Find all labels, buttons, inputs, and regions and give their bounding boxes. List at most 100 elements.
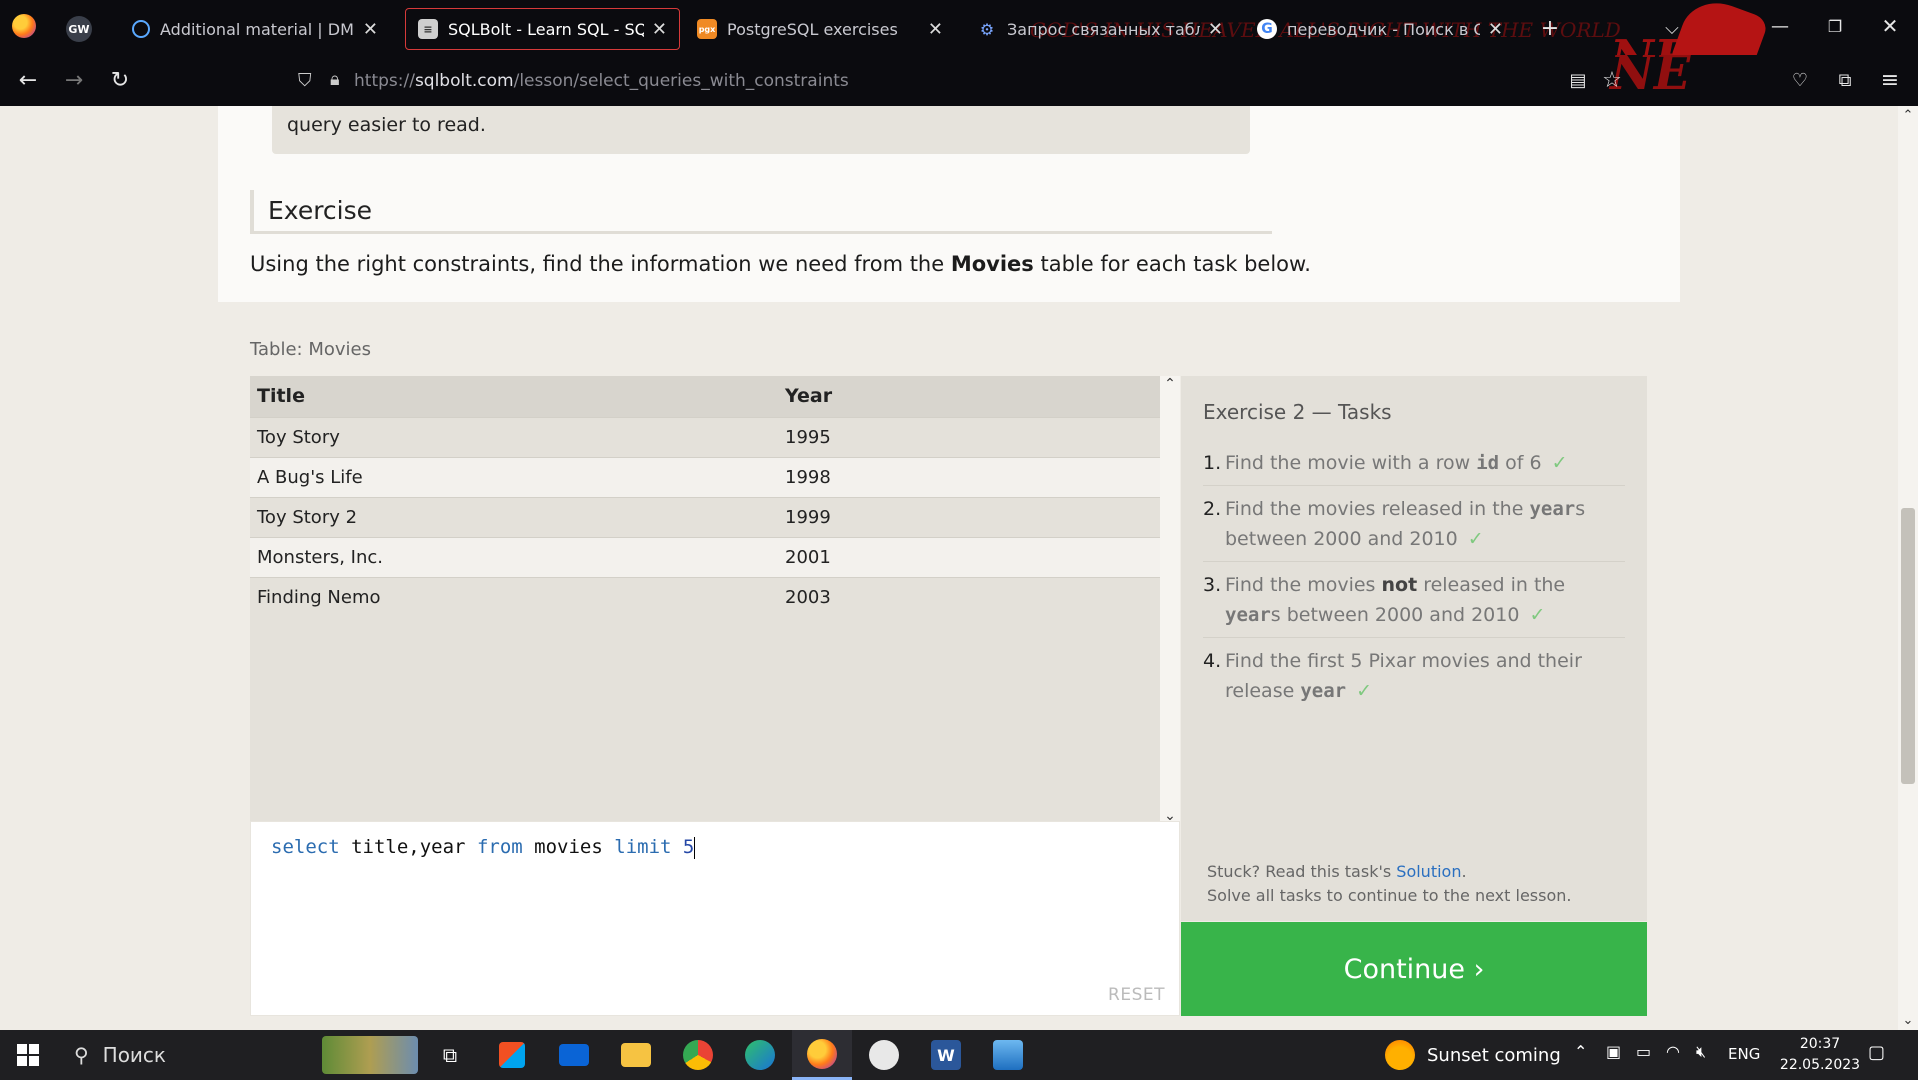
firefox-taskbar-icon[interactable] bbox=[792, 1030, 852, 1080]
task-text-part: of 6 bbox=[1499, 452, 1542, 474]
restore-button[interactable]: ❐ bbox=[1815, 6, 1855, 46]
continue-button[interactable]: Continue › bbox=[1181, 922, 1647, 1016]
task-item: 3. Find the movies not released in the y… bbox=[1203, 562, 1625, 638]
scroll-up-icon[interactable]: ⌃ bbox=[1160, 376, 1180, 392]
solution-link[interactable]: Solution bbox=[1396, 862, 1461, 881]
browser-nav-bar: NE ← → ↻ ⛉ 🔒︎ https://sqlbolt.com/lesson… bbox=[0, 55, 1918, 106]
chrome-icon[interactable] bbox=[668, 1030, 728, 1080]
url-bar[interactable]: ⛉ 🔒︎ https://sqlbolt.com/lesson/select_q… bbox=[280, 61, 1580, 101]
pocket-icon[interactable]: ♡ bbox=[1780, 60, 1820, 100]
table-scrollbar[interactable]: ⌃ ⌄ bbox=[1160, 376, 1180, 826]
meet-icon[interactable]: ▣ bbox=[1606, 1042, 1621, 1061]
word-icon[interactable]: W bbox=[916, 1030, 976, 1080]
shield-icon[interactable]: ⛉ bbox=[298, 70, 312, 91]
notifications-icon[interactable]: ▢ bbox=[1868, 1042, 1885, 1063]
extensions-icon[interactable]: ⧉ bbox=[1825, 60, 1865, 100]
task-code: year bbox=[1300, 680, 1347, 702]
tab-google-translate[interactable]: G переводчик - Поиск в Google ✕ bbox=[1245, 8, 1515, 50]
mail-icon[interactable] bbox=[544, 1030, 604, 1080]
check-icon: ✓ bbox=[1551, 452, 1568, 474]
task-text-part: s between 2000 and 2010 bbox=[1270, 604, 1520, 626]
note-box: query easier to read. bbox=[272, 106, 1250, 154]
pinned-tab-gw[interactable]: GW bbox=[66, 16, 92, 42]
table-row: Finding Nemo 2003 bbox=[250, 576, 1160, 617]
taskbar-clock[interactable]: 20:37 22.05.2023 bbox=[1770, 1034, 1870, 1076]
check-icon: ✓ bbox=[1467, 528, 1484, 550]
close-icon[interactable]: ✕ bbox=[363, 19, 378, 40]
query-columns: title,year bbox=[351, 836, 466, 858]
reload-button[interactable]: ↻ bbox=[100, 60, 140, 100]
task-view-icon[interactable]: ⧉ bbox=[420, 1030, 480, 1080]
page-scrollbar[interactable]: ⌃ ⌄ bbox=[1898, 106, 1918, 1030]
edge-icon[interactable] bbox=[730, 1030, 790, 1080]
url-scheme: https:// bbox=[354, 71, 415, 91]
cell-year: 2003 bbox=[778, 576, 1160, 617]
check-icon: ✓ bbox=[1529, 604, 1546, 626]
search-placeholder: Поиск bbox=[102, 1043, 167, 1067]
task-bold: not bbox=[1381, 574, 1418, 596]
close-icon[interactable]: ✕ bbox=[1488, 19, 1503, 40]
cell-year: 1998 bbox=[778, 456, 1160, 497]
file-explorer-icon[interactable] bbox=[606, 1030, 666, 1080]
scroll-up-icon[interactable]: ⌃ bbox=[1898, 108, 1918, 123]
task-number: 1. bbox=[1203, 452, 1222, 474]
volume-muted-icon[interactable]: 🔇︎ bbox=[1696, 1042, 1706, 1062]
bookmark-star-icon[interactable]: ☆ bbox=[1592, 60, 1632, 100]
scroll-down-icon[interactable]: ⌄ bbox=[1898, 1013, 1918, 1028]
task-text: Find the movie with a row id of 6 ✓ bbox=[1225, 448, 1568, 478]
minimize-button[interactable]: — bbox=[1760, 6, 1800, 46]
close-window-button[interactable]: ✕ bbox=[1870, 6, 1910, 46]
text-caret bbox=[694, 836, 696, 859]
stuck-text: Stuck? Read this task's bbox=[1207, 862, 1397, 881]
task-number: 2. bbox=[1203, 498, 1222, 520]
battery-icon[interactable]: ▭ bbox=[1636, 1042, 1651, 1061]
check-icon: ✓ bbox=[1356, 680, 1373, 702]
url-text[interactable]: https://sqlbolt.com/lesson/select_querie… bbox=[354, 71, 849, 91]
cell-year: 1999 bbox=[778, 496, 1160, 537]
clock-time: 20:37 bbox=[1799, 1036, 1841, 1052]
start-button[interactable] bbox=[0, 1030, 56, 1080]
column-header-year: Year bbox=[778, 376, 1160, 417]
back-button[interactable]: ← bbox=[8, 60, 48, 100]
close-icon[interactable]: ✕ bbox=[652, 19, 667, 40]
list-tabs-button[interactable]: ⌵ bbox=[1652, 8, 1692, 48]
task-text-part: released in the bbox=[1417, 574, 1566, 596]
tray-overflow-icon[interactable]: ⌃ bbox=[1574, 1042, 1587, 1061]
weather-widget[interactable]: Sunset coming bbox=[1385, 1030, 1561, 1080]
database-icon: ≡ bbox=[418, 19, 438, 39]
table-header-row: Title Year bbox=[250, 376, 1160, 417]
kw-limit: limit bbox=[614, 836, 672, 858]
photos-icon[interactable] bbox=[978, 1030, 1038, 1080]
app-menu-icon[interactable]: ≡ bbox=[1870, 60, 1910, 100]
query-line[interactable]: select title,year from movies limit 5 bbox=[271, 836, 696, 859]
exercise-heading: Exercise bbox=[250, 190, 1272, 234]
exercise-desc-table-name: Movies bbox=[950, 252, 1034, 276]
sql-query-editor[interactable]: select title,year from movies limit 5 RE… bbox=[250, 821, 1180, 1016]
tab-sqlbolt[interactable]: ≡ SQLBolt - Learn SQL - SQL Lesso ✕ bbox=[405, 8, 680, 50]
taskbar-search[interactable]: ⚲ Поиск bbox=[62, 1030, 422, 1080]
url-host: sqlbolt.com bbox=[414, 71, 514, 91]
pgadmin-icon[interactable] bbox=[854, 1030, 914, 1080]
firefox-menu-icon[interactable] bbox=[12, 14, 36, 38]
tab-related-tables[interactable]: ⚙ Запрос связанных таблиц - Р ✕ bbox=[965, 8, 1235, 50]
wifi-icon[interactable]: ◠ bbox=[1666, 1042, 1680, 1061]
store-icon[interactable] bbox=[482, 1030, 542, 1080]
tab-postgresql-exercises[interactable]: pgx PostgreSQL exercises ✕ bbox=[685, 8, 955, 50]
scrollbar-thumb[interactable] bbox=[1901, 508, 1915, 784]
pgx-icon: pgx bbox=[697, 19, 717, 39]
forward-button[interactable]: → bbox=[54, 60, 94, 100]
task-code: id bbox=[1476, 452, 1500, 474]
task-text-part: Find the movies bbox=[1225, 574, 1382, 596]
language-indicator[interactable]: ENG bbox=[1728, 1045, 1760, 1063]
stuck-hint: Stuck? Read this task's Solution. Solve … bbox=[1207, 860, 1571, 908]
kw-select: select bbox=[271, 836, 340, 858]
reset-button[interactable]: RESET bbox=[1108, 985, 1165, 1005]
lock-icon[interactable]: 🔒︎ bbox=[330, 69, 340, 90]
tab-additional-material[interactable]: Additional material | DML: SELE ✕ bbox=[120, 8, 390, 50]
close-icon[interactable]: ✕ bbox=[1208, 19, 1223, 40]
new-tab-button[interactable]: + bbox=[1530, 8, 1570, 48]
clock-date: 22.05.2023 bbox=[1779, 1057, 1861, 1073]
cell-year: 2001 bbox=[778, 536, 1160, 577]
close-icon[interactable]: ✕ bbox=[928, 19, 943, 40]
tab-title: переводчик - Поиск в Google bbox=[1287, 19, 1480, 39]
